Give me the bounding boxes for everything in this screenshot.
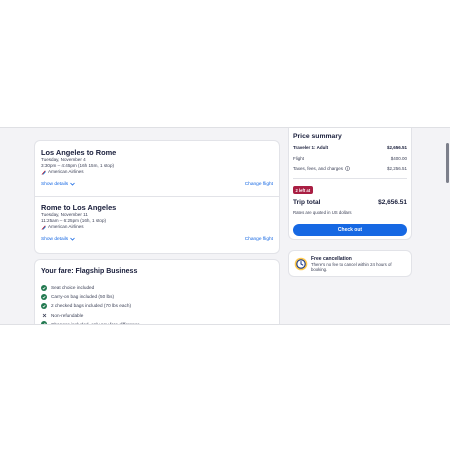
calendar-clock-icon (294, 257, 308, 271)
fare-feature-text: Carry-on bag included (50 lbs) (51, 294, 115, 300)
close-icon (41, 312, 47, 318)
flights-card: Los Angeles to Rome Tuesday, November 4 … (34, 140, 280, 254)
airline-name: American Airlines (48, 169, 84, 175)
american-airlines-logo-icon (41, 170, 46, 175)
taxes-label: Taxes, fees, and charges (293, 166, 344, 171)
check-circle-icon (41, 284, 47, 291)
trip-total-label: Trip total (293, 199, 321, 206)
scrollbar-thumb[interactable] (446, 143, 449, 183)
seats-left-badge: 2 left at (293, 186, 313, 194)
outbound-leg: Los Angeles to Rome Tuesday, November 4 … (41, 148, 273, 187)
traveler-label: Traveler 1: Adult (293, 145, 329, 150)
fare-feature-item: Carry-on bag included (50 lbs) (41, 292, 140, 301)
taxes-label-wrap: Taxes, fees, and charges (293, 166, 351, 172)
fare-feature-item: Non-refundable (41, 311, 140, 320)
leg-actions: Show details Change flight (41, 237, 273, 242)
rates-note: Rates are quoted in US dollars (293, 210, 352, 215)
flight-label: Flight (293, 156, 305, 161)
return-leg: Rome to Los Angeles Tuesday, November 11… (41, 203, 273, 242)
free-cancellation-text: There's no fee to cancel within 24 hours… (311, 262, 392, 273)
price-divider (293, 178, 407, 179)
leg-divider (35, 196, 279, 197)
check-circle-icon (41, 321, 47, 324)
check-circle-icon (41, 302, 47, 309)
show-details-label: Show details (41, 236, 69, 242)
american-airlines-logo-icon (41, 225, 46, 230)
airline-row: American Airlines (41, 169, 273, 175)
fare-feature-text: 2 checked bags included (70 lbs each) (51, 303, 131, 309)
trip-total-value: $2,656.51 (378, 199, 407, 206)
fare-title: Your fare: Flagship Business (41, 268, 138, 275)
fare-feature-text: Seat choice included (51, 285, 95, 291)
info-icon[interactable] (345, 166, 351, 172)
fare-feature-item: 2 checked bags included (70 lbs each) (41, 301, 140, 310)
leg-actions: Show details Change flight (41, 182, 273, 187)
page-scrollbar[interactable] (446, 127, 449, 325)
taxes-value: $2,256.51 (386, 166, 407, 171)
traveler-value: $2,656.51 (386, 145, 407, 150)
show-details-link[interactable]: Show details (41, 237, 75, 242)
flight-value: $400.00 (390, 156, 407, 161)
trip-total-row: Trip total $2,656.51 (293, 199, 407, 206)
price-summary-title: Price summary (293, 133, 342, 140)
leg-title: Los Angeles to Rome (41, 148, 117, 157)
traveler-row: Traveler 1: Adult $2,656.51 (293, 145, 407, 150)
fare-features-list: Seat choice included Carry-on bag include… (41, 283, 140, 325)
fare-feature-item: Seat choice included (41, 283, 140, 292)
checkout-content-area: Los Angeles to Rome Tuesday, November 4 … (0, 127, 450, 325)
free-cancellation-card: Free cancellation There's no fee to canc… (288, 250, 412, 277)
change-flight-link[interactable]: Change flight (245, 182, 273, 187)
taxes-row: Taxes, fees, and charges $2,256.51 (293, 166, 407, 172)
chevron-down-icon (70, 182, 75, 186)
price-summary-card: Price summary Traveler 1: Adult $2,656.5… (288, 128, 412, 240)
show-details-link[interactable]: Show details (41, 182, 75, 187)
leg-title: Rome to Los Angeles (41, 203, 117, 212)
check-circle-icon (41, 293, 47, 300)
airline-name: American Airlines (48, 224, 84, 230)
fare-feature-text: Non-refundable (51, 312, 84, 318)
fare-feature-item: Changes included, only pay fare differen… (41, 320, 140, 325)
chevron-down-icon (70, 237, 75, 241)
airline-row: American Airlines (41, 224, 273, 230)
show-details-label: Show details (41, 181, 69, 187)
fare-feature-text: Changes included, only pay fare differen… (51, 321, 140, 325)
check-out-button[interactable]: Check out (293, 224, 407, 236)
fare-card: Your fare: Flagship Business Seat choice… (34, 259, 280, 325)
change-flight-link[interactable]: Change flight (245, 237, 273, 242)
flight-price-row: Flight $400.00 (293, 156, 407, 161)
